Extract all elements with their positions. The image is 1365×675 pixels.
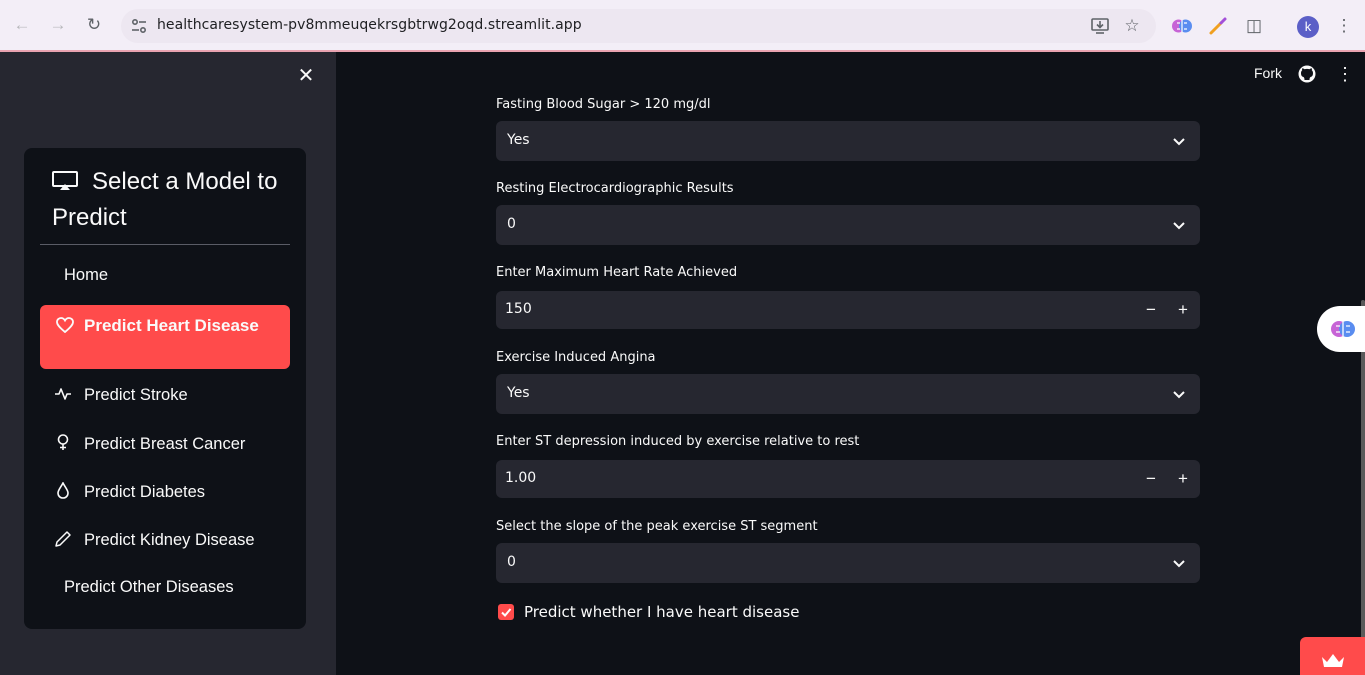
chevron-down-icon [1173, 138, 1185, 146]
female-icon [57, 434, 69, 450]
select-value: 0 [507, 554, 516, 570]
activity-icon [55, 388, 71, 400]
brain-icon [1331, 321, 1355, 337]
number-value[interactable]: 150 [505, 301, 532, 317]
crown-icon [1322, 654, 1344, 667]
install-app-icon[interactable] [1090, 16, 1110, 36]
fasting-blood-sugar-label: Fasting Blood Sugar > 120 mg/dl [496, 97, 711, 112]
brain-extension-icon[interactable] [1170, 14, 1194, 38]
menu-title: Select a Model to Predict [52, 168, 278, 231]
chevron-down-icon [1173, 222, 1185, 230]
streamlit-badge-button[interactable] [1300, 637, 1365, 675]
st-depression-label: Enter ST depression induced by exercise … [496, 434, 860, 449]
profile-avatar[interactable]: k [1297, 16, 1319, 38]
floating-extension-button[interactable] [1317, 306, 1365, 352]
st-slope-label: Select the slope of the peak exercise ST… [496, 519, 818, 534]
app-menu-icon[interactable]: ⋮ [1336, 62, 1354, 86]
option-menu: Select a Model to Predict Home Predict H… [24, 148, 306, 629]
sidebar-item-diabetes[interactable]: Predict Diabetes [40, 482, 290, 502]
sidebar-item-other-diseases[interactable]: Predict Other Diseases [40, 578, 290, 597]
resting-ecg-label: Resting Electrocardiographic Results [496, 181, 734, 196]
sidebar-item-label: Predict Heart Disease [84, 316, 259, 335]
predict-checkbox[interactable] [498, 604, 514, 620]
predict-checkbox-label[interactable]: Predict whether I have heart disease [524, 603, 799, 621]
chevron-down-icon [1173, 391, 1185, 399]
forward-arrow-icon[interactable]: → [47, 14, 69, 36]
menu-divider [40, 244, 290, 245]
address-bar[interactable]: healthcaresystem-pv8mmeuqekrsgbtrwg2oqd.… [121, 9, 1156, 43]
number-value[interactable]: 1.00 [505, 470, 536, 486]
pen-extension-icon[interactable] [1206, 14, 1230, 38]
max-heart-rate-label: Enter Maximum Heart Rate Achieved [496, 265, 738, 280]
site-info-icon[interactable] [130, 17, 148, 35]
select-value: Yes [507, 385, 530, 401]
exercise-angina-select[interactable]: Yes [496, 374, 1200, 414]
decrement-button[interactable]: − [1138, 466, 1164, 492]
browser-toolbar: ← → ↻ healthcaresystem-pv8mmeuqekrsgbtrw… [0, 0, 1365, 52]
sidebar-item-breast-cancer[interactable]: Predict Breast Cancer [40, 434, 290, 454]
sidebar-item-home[interactable]: Home [40, 266, 290, 285]
sidebar-item-stroke[interactable]: Predict Stroke [40, 386, 290, 405]
fasting-blood-sugar-select[interactable]: Yes [496, 121, 1200, 161]
url-text[interactable]: healthcaresystem-pv8mmeuqekrsgbtrwg2oqd.… [157, 17, 582, 33]
select-value: 0 [507, 216, 516, 232]
reload-icon[interactable]: ↻ [83, 14, 105, 36]
increment-button[interactable]: + [1170, 466, 1196, 492]
sidebar-item-kidney-disease[interactable]: Predict Kidney Disease [40, 530, 290, 550]
st-depression-input[interactable]: 1.00 − + [496, 460, 1200, 498]
bookmark-star-icon[interactable]: ☆ [1122, 16, 1142, 36]
github-icon[interactable] [1298, 65, 1316, 83]
sidebar-item-label: Predict Other Diseases [64, 578, 234, 596]
sidebar: ✕ Select a Model to Predict Home Predict… [0, 52, 336, 675]
sidebar-item-label: Predict Kidney Disease [84, 531, 255, 549]
sidebar-item-heart-disease[interactable]: Predict Heart Disease [40, 305, 290, 369]
extensions-puzzle-icon[interactable]: ◫ [1242, 14, 1266, 38]
browser-menu-icon[interactable]: ⋮ [1332, 14, 1356, 38]
st-slope-select[interactable]: 0 [496, 543, 1200, 583]
chevron-down-icon [1173, 560, 1185, 568]
checkmark-icon [501, 608, 512, 617]
select-value: Yes [507, 132, 530, 148]
pencil-icon [55, 531, 71, 547]
cast-icon [52, 171, 78, 190]
main-content: Fork ⋮ Fasting Blood Sugar > 120 mg/dl Y… [336, 52, 1365, 675]
heart-icon [56, 317, 74, 333]
sidebar-item-label: Predict Diabetes [84, 483, 206, 501]
fork-link[interactable]: Fork [1254, 65, 1282, 81]
sidebar-item-label: Home [64, 266, 109, 284]
sidebar-item-label: Predict Breast Cancer [84, 435, 246, 453]
exercise-angina-label: Exercise Induced Angina [496, 350, 656, 365]
increment-button[interactable]: + [1170, 297, 1196, 323]
close-sidebar-icon[interactable]: ✕ [296, 65, 316, 87]
back-arrow-icon[interactable]: ← [11, 14, 33, 36]
max-heart-rate-input[interactable]: 150 − + [496, 291, 1200, 329]
sidebar-item-label: Predict Stroke [84, 386, 188, 404]
droplet-icon [57, 482, 69, 499]
resting-ecg-select[interactable]: 0 [496, 205, 1200, 245]
decrement-button[interactable]: − [1138, 297, 1164, 323]
